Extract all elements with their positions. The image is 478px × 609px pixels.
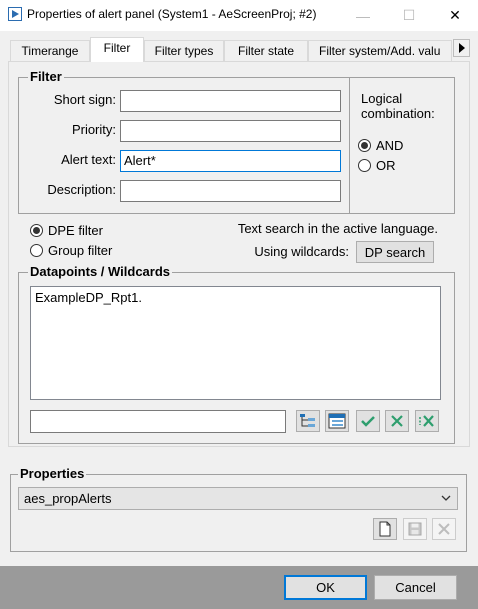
tab-filter-types[interactable]: Filter types (144, 40, 224, 61)
logical-label-line2: combination: (361, 106, 435, 121)
or-label: OR (376, 158, 396, 173)
ok-button[interactable]: OK (284, 575, 367, 600)
radio-checked-icon (358, 139, 371, 152)
cancel-button[interactable]: Cancel (374, 575, 457, 600)
filter-group-title: Filter (28, 69, 64, 84)
short-sign-input[interactable] (120, 90, 341, 112)
dpe-filter-label: DPE filter (48, 223, 103, 238)
datapoint-entry-input[interactable] (30, 410, 286, 433)
properties-select[interactable]: aes_propAlerts (18, 487, 458, 510)
tab-timerange[interactable]: Timerange (10, 40, 90, 61)
delete-properties-button[interactable] (432, 518, 456, 540)
datapoints-group-title: Datapoints / Wildcards (28, 264, 173, 279)
delete-x-icon (391, 415, 403, 427)
properties-group (10, 474, 467, 552)
window-title: Properties of alert panel (System1 - AeS… (27, 7, 317, 21)
dp-search-button[interactable]: DP search (356, 241, 434, 263)
dp-remove-button[interactable] (385, 410, 409, 432)
close-button[interactable]: ✕ (432, 0, 478, 31)
radio-checked-icon (30, 224, 43, 237)
checkmark-icon (361, 416, 375, 427)
properties-group-title: Properties (18, 466, 87, 481)
save-icon (408, 522, 422, 536)
save-properties-button[interactable] (403, 518, 427, 540)
maximize-icon: ☐ (402, 7, 416, 23)
using-wildcards-label: Using wildcards: (254, 244, 349, 259)
delete-icon (438, 523, 450, 535)
new-file-icon (379, 521, 391, 537)
tab-filter[interactable]: Filter (90, 37, 144, 62)
tree-icon (300, 414, 315, 427)
maximize-button[interactable]: ☐ (386, 0, 432, 31)
radio-unchecked-icon (30, 244, 43, 257)
logical-combination-label: Logical combination: (361, 91, 435, 121)
minimize-button[interactable]: — (340, 0, 386, 31)
short-sign-label: Short sign: (53, 92, 116, 107)
close-icon: ✕ (449, 7, 461, 23)
priority-label: Priority: (71, 122, 116, 137)
dp-list-button[interactable] (325, 410, 349, 432)
tab-scroll-right-button[interactable] (453, 39, 470, 57)
logical-label-line1: Logical (361, 91, 403, 106)
priority-input[interactable] (120, 120, 341, 142)
title-bar: Properties of alert panel (System1 - AeS… (0, 0, 478, 31)
description-input[interactable] (120, 180, 341, 202)
text-search-note: Text search in the active language. (237, 221, 438, 236)
list-view-icon (328, 413, 346, 429)
alert-text-label: Alert text: (61, 152, 116, 167)
tab-filter-state[interactable]: Filter state (224, 40, 308, 61)
group-filter-label: Group filter (48, 243, 113, 258)
dp-tree-button[interactable] (296, 410, 320, 432)
and-label: AND (376, 138, 404, 153)
alert-text-input[interactable]: Alert* (120, 150, 341, 172)
radio-unchecked-icon (358, 159, 371, 172)
minimize-icon: — (356, 7, 370, 24)
new-properties-button[interactable] (373, 518, 397, 540)
list-item[interactable]: ExampleDP_Rpt1. (35, 290, 436, 305)
dpe-filter-radio[interactable]: DPE filter (30, 223, 103, 238)
delete-all-icon (419, 415, 434, 427)
properties-select-value: aes_propAlerts (24, 491, 112, 506)
chevron-down-icon (441, 495, 451, 501)
datapoints-list[interactable]: ExampleDP_Rpt1. (30, 286, 441, 400)
or-radio[interactable]: OR (358, 158, 396, 173)
tab-filter-system[interactable]: Filter system/Add. valu (308, 40, 452, 61)
description-label: Description: (47, 182, 116, 197)
chevron-right-icon (458, 43, 465, 53)
dp-apply-button[interactable] (356, 410, 380, 432)
group-filter-radio[interactable]: Group filter (30, 243, 112, 258)
and-radio[interactable]: AND (358, 138, 403, 153)
app-icon (8, 7, 22, 21)
dp-remove-all-button[interactable] (415, 410, 439, 432)
